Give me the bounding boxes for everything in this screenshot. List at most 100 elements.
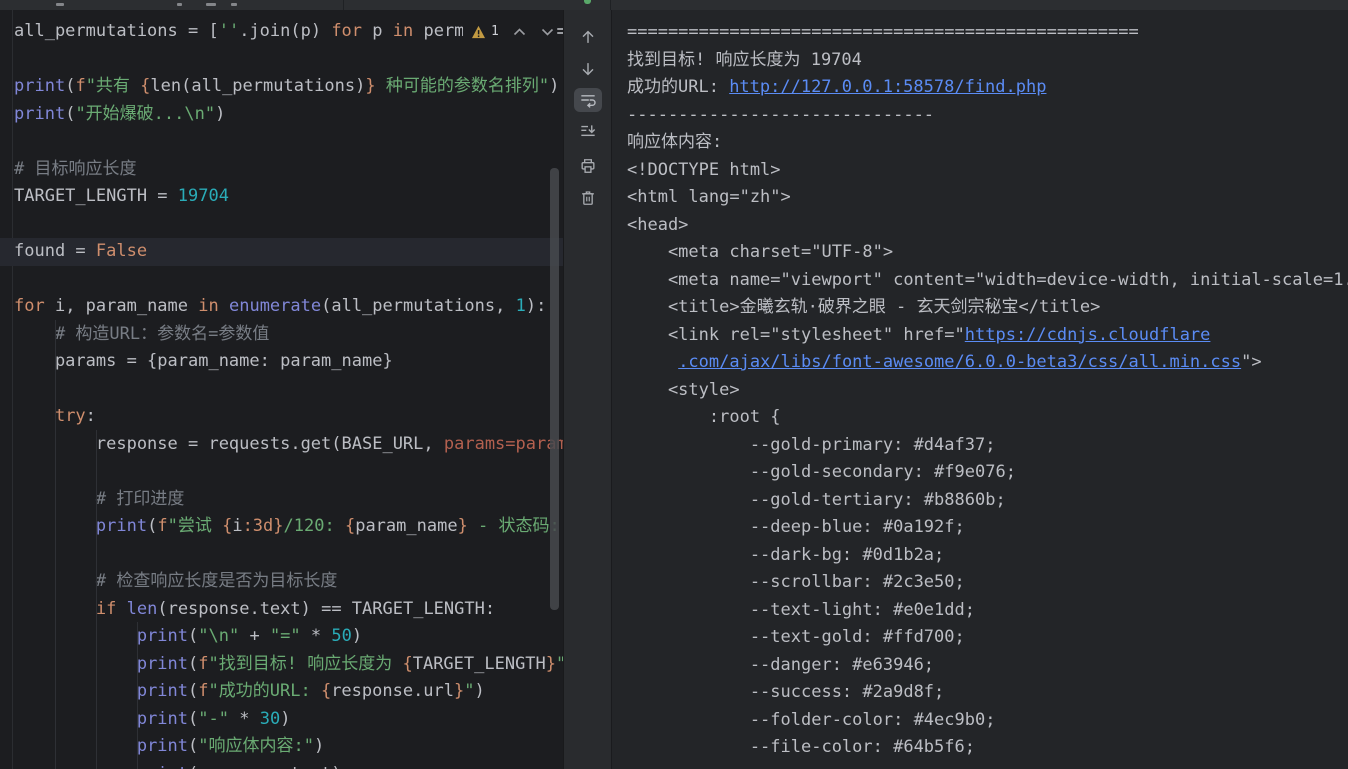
code-token: try: [55, 406, 86, 426]
code-token: (: [188, 681, 198, 701]
code-token: 成功的URL:: [627, 77, 729, 97]
console-line: ========================================…: [612, 19, 1348, 47]
arrow-down-button[interactable]: [574, 57, 602, 81]
clipped-tab-text: [206, 3, 216, 6]
code-token: <!DOCTYPE html>: [627, 160, 781, 180]
code-token: }: [458, 516, 468, 536]
console-line: --gold-secondary: #f9e076;: [612, 459, 1348, 487]
code-token: # 构造URL：参数名=参数值: [55, 324, 269, 344]
code-token: --gold-tertiary: #b8860b;: [627, 490, 1006, 510]
editor-code: all_permutations = [''.join(p) for p in …: [0, 18, 563, 769]
code-token: ):: [526, 296, 546, 316]
editor-code-line: try:: [0, 403, 563, 431]
code-token: 种可能的参数名排列": [376, 76, 549, 96]
console-line: :root {: [612, 404, 1348, 432]
console-link[interactable]: .com/ajax/libs/font-awesome/6.0.0-beta3/…: [678, 352, 1241, 372]
console-line: ------------------------------: [612, 102, 1348, 130]
tab-divider: [343, 0, 344, 10]
code-token: len: [127, 599, 158, 619]
arrow-up-button[interactable]: [574, 25, 602, 49]
code-token: [627, 352, 678, 372]
indent-guide: [137, 622, 138, 769]
chevron-down-icon[interactable]: [539, 23, 557, 41]
code-token: ): [352, 626, 362, 646]
code-token: }: [365, 76, 375, 96]
console-line: --dark-bg: #0d1b2a;: [612, 542, 1348, 570]
code-token: ========================================…: [627, 22, 1139, 42]
arrow-up-icon: [578, 27, 598, 47]
editor-code-line: print(f"尝试 {i:3d}/120: {param_name} - 状态…: [0, 513, 563, 541]
console-line: .com/ajax/libs/font-awesome/6.0.0-beta3/…: [612, 349, 1348, 377]
code-token: print: [137, 681, 188, 701]
soft-wrap-button[interactable]: [574, 88, 602, 112]
code-token: :3d: [243, 516, 274, 536]
editor-code-line: [0, 266, 563, 294]
console-line: --gold-tertiary: #b8860b;: [612, 487, 1348, 515]
code-token: [14, 736, 137, 756]
console-line: 找到目标! 响应长度为 19704: [612, 47, 1348, 75]
code-token: <html lang="zh">: [627, 187, 791, 207]
code-token: "尝试: [168, 516, 222, 536]
editor-code-line: found = False: [0, 238, 563, 266]
console-link[interactable]: https://cdnjs.cloudflare: [965, 325, 1211, 345]
code-token: enumerate: [229, 296, 321, 316]
arrow-down-icon: [578, 59, 598, 79]
code-token: --file-color: #64b5f6;: [627, 737, 975, 757]
code-token: {: [321, 681, 331, 701]
editor-code-line: print(f"找到目标! 响应长度为 {TARGET_LENGTH}"): [0, 651, 563, 679]
console-line: 成功的URL: http://127.0.0.1:58578/find.php: [612, 74, 1348, 102]
editor-code-line: TARGET_LENGTH = 19704: [0, 183, 563, 211]
code-token: {: [222, 516, 232, 536]
clear-button[interactable]: [574, 186, 602, 210]
editor-code-line: for i, param_name in enumerate(all_permu…: [0, 293, 563, 321]
soft-wrap-icon: [578, 90, 598, 110]
code-token: (: [147, 516, 157, 536]
console-link[interactable]: http://127.0.0.1:58578/find.php: [729, 77, 1046, 97]
code-token: - 状态码:: [468, 516, 563, 536]
console-line: --folder-color: #4ec9b0;: [612, 707, 1348, 735]
code-token: 1: [516, 296, 526, 316]
console-line: <link rel="stylesheet" href="https://cdn…: [612, 322, 1348, 350]
code-token: response.url: [331, 681, 454, 701]
code-token: print: [14, 76, 65, 96]
console-line: <head>: [612, 212, 1348, 240]
console-line: --deep-blue: #0a192f;: [612, 514, 1348, 542]
scroll-to-end-icon: [578, 122, 598, 142]
warning-count: 1: [491, 24, 499, 39]
code-token: [219, 296, 229, 316]
editor-code-line: # 检查响应长度是否为目标长度: [0, 568, 563, 596]
console-line: --text-gold: #ffd700;: [612, 624, 1348, 652]
code-token: found =: [14, 241, 96, 261]
code-token: f: [75, 76, 85, 96]
editor-scrollbar[interactable]: [550, 168, 559, 610]
chevron-up-icon[interactable]: [511, 23, 529, 41]
editor-code-line: print(f"成功的URL: {response.url}"): [0, 678, 563, 706]
print-icon: [578, 156, 598, 176]
console-line: <title>金曦玄轨·破界之眼 - 玄天剑宗秘宝</title>: [612, 294, 1348, 322]
code-token: f: [198, 681, 208, 701]
code-token: :: [86, 406, 96, 426]
code-token: [14, 654, 137, 674]
code-token: --text-light: #e0e1dd;: [627, 600, 975, 620]
run-console-pane[interactable]: ========================================…: [611, 10, 1348, 769]
console-output: ========================================…: [612, 19, 1348, 762]
code-token: ): [549, 76, 559, 96]
console-line: --scrollbar: #2c3e50;: [612, 569, 1348, 597]
code-token: TARGET_LENGTH: [413, 654, 546, 674]
code-token: (response.text) == TARGET_LENGTH:: [157, 599, 495, 619]
scroll-to-end-button[interactable]: [574, 120, 602, 144]
code-token: "开始爆破...\n": [75, 104, 215, 124]
console-line: --danger: #e63946;: [612, 652, 1348, 680]
print-button[interactable]: [574, 154, 602, 178]
editor-code-line: print("\n" + "=" * 50): [0, 623, 563, 651]
warning-icon[interactable]: [469, 23, 487, 41]
code-token: <meta charset="UTF-8">: [627, 242, 893, 262]
code-token: --success: #2a9d8f;: [627, 682, 944, 702]
code-token: # 目标响应长度: [14, 159, 136, 179]
editor-pane[interactable]: all_permutations = [''.join(p) for p in …: [0, 10, 563, 769]
code-token: ": [464, 681, 474, 701]
code-token: # 检查响应长度是否为目标长度: [96, 571, 337, 591]
code-token: response = requests.get(BASE_URL,: [14, 434, 444, 454]
ide-window: all_permutations = [''.join(p) for p in …: [0, 0, 1348, 769]
code-token: ): [314, 736, 324, 756]
